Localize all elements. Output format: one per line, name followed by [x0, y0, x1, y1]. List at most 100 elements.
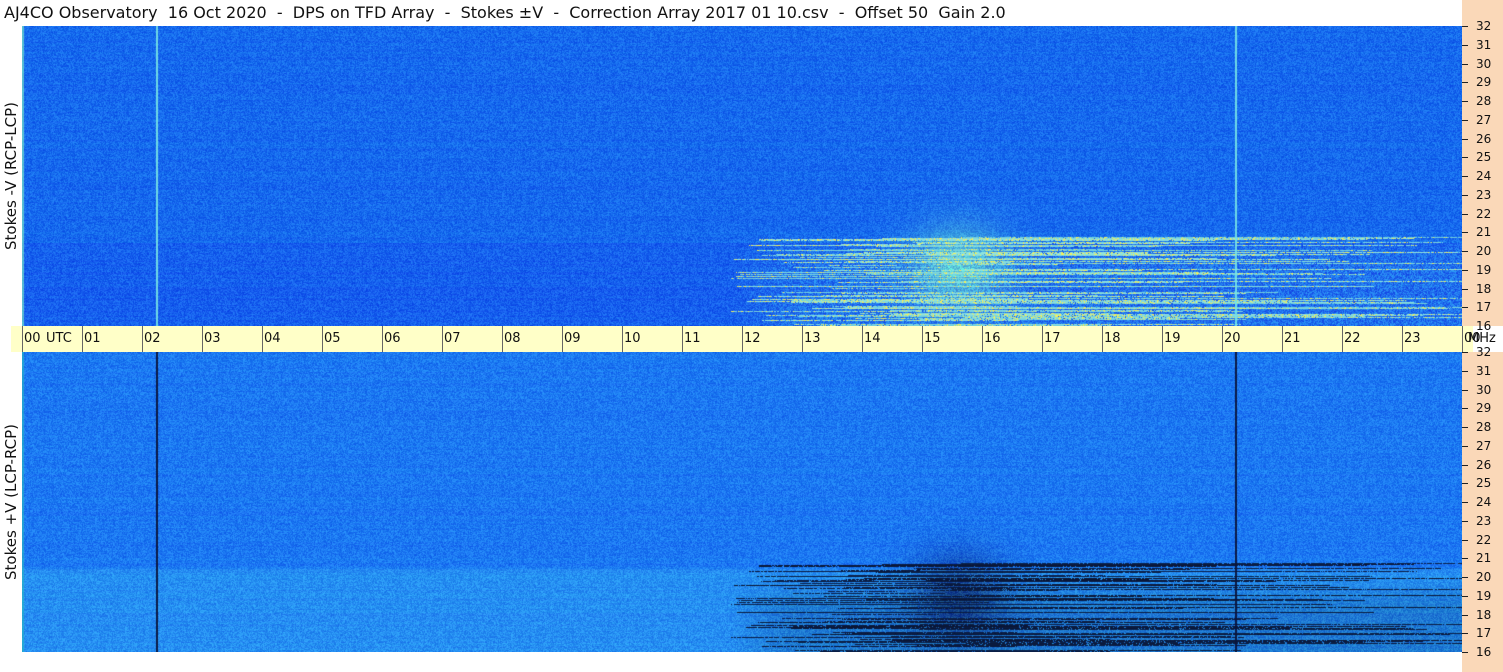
freq-bottom-label-25: 25 [1476, 476, 1492, 491]
time-tick-18 [1102, 326, 1103, 352]
freq-bottom-tick-31 [1462, 370, 1468, 372]
time-label-6: 06 [384, 331, 401, 346]
freq-bottom-tick-22 [1462, 539, 1468, 541]
time-tick-7 [442, 326, 443, 352]
freq-bottom-label-16: 16 [1476, 645, 1492, 659]
freq-top-label-22: 22 [1476, 206, 1492, 221]
time-label-18: 18 [1104, 331, 1121, 346]
freq-top-tick-31 [1462, 44, 1468, 46]
freq-top-tick-23 [1462, 194, 1468, 196]
freq-top-tick-22 [1462, 213, 1468, 215]
freq-axis-bottom: 32 31 30 29 28 27 26 25 24 23 22 21 20 19 18 17 16 [1462, 346, 1503, 672]
freq-bottom-tick-26 [1462, 464, 1468, 466]
freq-bottom-label-28: 28 [1476, 420, 1492, 434]
time-tick-22 [1342, 326, 1343, 352]
freq-top-label-24: 24 [1476, 169, 1492, 183]
freq-bottom-label-21: 21 [1476, 551, 1492, 566]
freq-bottom-label-31: 31 [1476, 363, 1492, 378]
freq-top-tick-21 [1462, 232, 1468, 234]
time-tick-0 [22, 326, 23, 352]
freq-top-label-19: 19 [1476, 262, 1492, 277]
time-label-1: 01 [84, 331, 101, 346]
freq-top-tick-30 [1462, 63, 1468, 65]
time-label-19: 19 [1164, 331, 1181, 346]
time-tick-10 [622, 326, 623, 352]
time-label-14: 14 [864, 331, 881, 346]
time-label-3: 03 [204, 331, 221, 346]
time-label-23: 23 [1404, 331, 1421, 346]
time-label-22: 22 [1344, 331, 1361, 346]
time-tick-13 [802, 326, 803, 352]
panel-top-ylabel: Stokes -V (RCP-LCP) [0, 26, 22, 326]
freq-top-tick-19 [1462, 269, 1468, 271]
freq-bottom-tick-27 [1462, 445, 1468, 447]
freq-bottom-label-29: 29 [1476, 401, 1492, 416]
time-label-12: 12 [744, 331, 761, 346]
freq-top-tick-32 [1462, 26, 1468, 27]
spectrogram-panel-top [22, 26, 1462, 326]
freq-top-label-23: 23 [1476, 187, 1492, 202]
time-label-17: 17 [1044, 331, 1061, 346]
time-tick-9 [562, 326, 563, 352]
time-tick-5 [322, 326, 323, 352]
spectrogram-canvas-bottom [22, 352, 1462, 652]
freq-bottom-tick-18 [1462, 614, 1468, 616]
freq-top-label-31: 31 [1476, 37, 1492, 52]
spectrogram-app: AJ4CO Observatory 16 Oct 2020 - DPS on T… [0, 0, 1503, 672]
freq-top-label-17: 17 [1476, 300, 1492, 315]
freq-bottom-label-23: 23 [1476, 513, 1492, 528]
freq-top-label-28: 28 [1476, 94, 1492, 108]
freq-unit-label: MHz [1468, 331, 1496, 346]
panel-bottom-ylabel-text: Stokes +V (LCP-RCP) [2, 424, 20, 580]
freq-top-label-18: 18 [1476, 281, 1492, 296]
freq-axis-top: 32 31 30 29 28 27 26 25 24 23 22 21 20 19 18 17 16 [1462, 0, 1503, 332]
time-tick-20 [1222, 326, 1223, 352]
time-label-13: 13 [804, 331, 821, 346]
panel-top-ylabel-text: Stokes -V (RCP-LCP) [2, 102, 20, 250]
freq-top-tick-24 [1462, 176, 1468, 177]
freq-bottom-tick-16 [1462, 652, 1468, 653]
freq-top-label-29: 29 [1476, 75, 1492, 90]
freq-top-label-21: 21 [1476, 225, 1492, 240]
freq-bottom-label-24: 24 [1476, 495, 1492, 509]
freq-top-tick-27 [1462, 119, 1468, 121]
panel-bottom-ylabel: Stokes +V (LCP-RCP) [0, 352, 22, 652]
time-label-9: 09 [564, 331, 581, 346]
freq-bottom-label-17: 17 [1476, 626, 1492, 641]
freq-bottom-tick-21 [1462, 558, 1468, 560]
freq-top-label-20: 20 [1476, 244, 1492, 258]
time-tick-6 [382, 326, 383, 352]
freq-bottom-tick-20 [1462, 577, 1468, 578]
freq-bottom-label-19: 19 [1476, 588, 1492, 603]
time-tick-4 [262, 326, 263, 352]
time-tick-16 [982, 326, 983, 352]
time-label-10: 10 [624, 331, 641, 346]
time-tick-23 [1402, 326, 1403, 352]
time-tick-12 [742, 326, 743, 352]
time-label-8: 08 [504, 331, 521, 346]
time-label-4: 04 [264, 331, 281, 346]
time-tick-17 [1042, 326, 1043, 352]
freq-top-tick-29 [1462, 82, 1468, 84]
time-label-0: 00 [24, 331, 41, 346]
time-tick-15 [922, 326, 923, 352]
time-label-11: 11 [684, 331, 701, 346]
freq-bottom-label-20: 20 [1476, 570, 1492, 584]
freq-top-tick-17 [1462, 307, 1468, 309]
freq-bottom-tick-28 [1462, 427, 1468, 428]
time-label-15: 15 [924, 331, 941, 346]
freq-top-label-30: 30 [1476, 56, 1492, 71]
time-label-7: 07 [444, 331, 461, 346]
freq-bottom-tick-23 [1462, 520, 1468, 522]
freq-top-tick-26 [1462, 138, 1468, 140]
time-tick-3 [202, 326, 203, 352]
freq-bottom-tick-32 [1462, 352, 1468, 353]
freq-bottom-label-26: 26 [1476, 457, 1492, 472]
freq-top-tick-25 [1462, 157, 1468, 159]
freq-bottom-tick-17 [1462, 633, 1468, 635]
freq-bottom-label-22: 22 [1476, 532, 1492, 547]
time-tick-21 [1282, 326, 1283, 352]
time-tick-19 [1162, 326, 1163, 352]
time-unit-label: UTC [46, 331, 72, 346]
freq-top-tick-20 [1462, 251, 1468, 252]
